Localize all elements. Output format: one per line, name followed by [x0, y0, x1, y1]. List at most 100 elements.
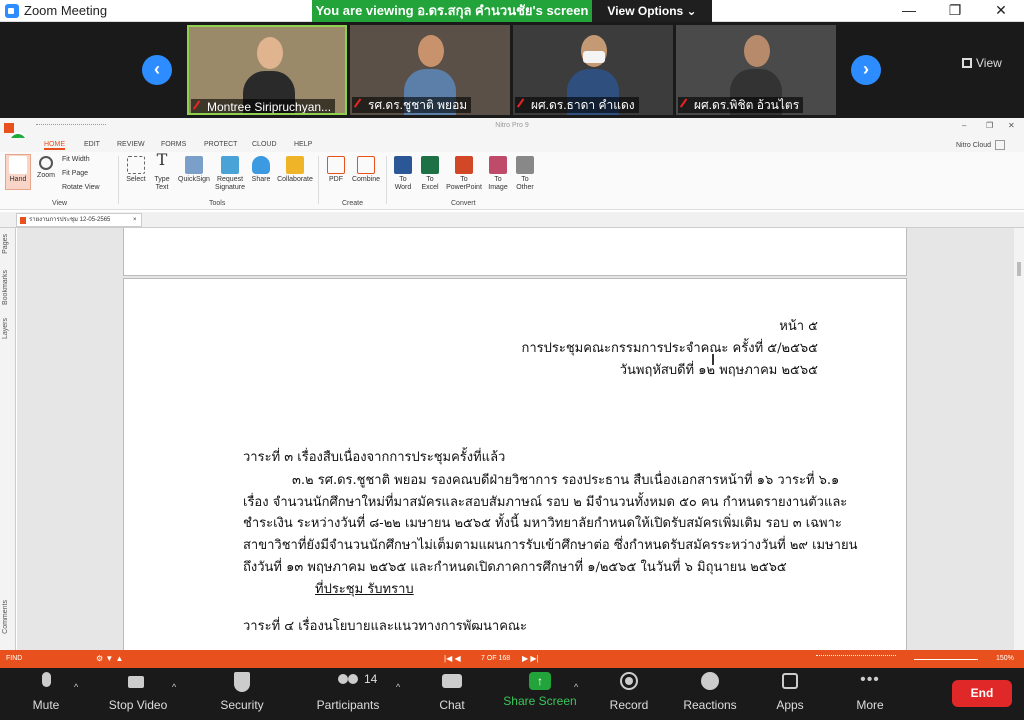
tab-protect[interactable]: PROTECT: [204, 141, 237, 148]
other-format-icon: [516, 156, 534, 174]
page-nav-first-prev-icon[interactable]: |◀ ◀: [444, 654, 461, 663]
apps-icon: [778, 672, 802, 694]
nitro-minimize[interactable]: –: [962, 121, 966, 130]
document-tabs: รายงานการประชุม 12-05-2565 ×: [0, 212, 1024, 228]
gallery-view-button[interactable]: View: [962, 56, 1002, 70]
participant-name: รศ.ดร.ชูชาติ พยอม: [352, 97, 472, 113]
muted-mic-icon: [192, 100, 207, 113]
rotate-view-button[interactable]: Rotate View: [62, 184, 100, 191]
share-options-caret-icon[interactable]: ^: [574, 682, 578, 692]
apps-button[interactable]: Apps: [772, 672, 808, 712]
participant-tile-1[interactable]: Montree Siripruchyan...: [187, 25, 347, 115]
minimize-button[interactable]: —: [886, 0, 932, 22]
grid-view-icon: [962, 58, 972, 68]
maximize-button[interactable]: ❐: [932, 0, 978, 22]
close-tab-icon[interactable]: ×: [133, 214, 137, 226]
page-indicator[interactable]: 7 OF 168: [481, 655, 510, 662]
select-icon: [127, 156, 145, 174]
window-titlebar: Zoom Meeting You are viewing อ.ดร.สกุล ค…: [0, 0, 1024, 22]
mute-button[interactable]: Mute: [22, 672, 70, 712]
share-screen-button[interactable]: ↑ Share Screen: [502, 672, 578, 708]
participant-name: ผศ.ดร.ธาดา คำแดง: [515, 97, 639, 113]
to-word-button[interactable]: To Word: [391, 156, 415, 192]
audio-options-caret-icon[interactable]: ^: [74, 682, 78, 692]
document-tab[interactable]: รายงานการประชุม 12-05-2565 ×: [16, 213, 142, 227]
type-text-button[interactable]: T Type Text: [150, 152, 174, 192]
resolution-text: ที่ประชุม รับทราบ: [315, 582, 414, 597]
bookmarks-panel-tab[interactable]: Bookmarks: [2, 270, 9, 305]
participants-caret-icon[interactable]: ^: [396, 682, 400, 692]
participant-tile-2[interactable]: รศ.ดร.ชูชาติ พยอม: [350, 25, 510, 115]
hand-tool-button[interactable]: Hand: [5, 156, 31, 184]
nitro-maximize[interactable]: ❐: [986, 121, 993, 130]
header-meeting-title: การประชุมคณะกรรมการประจำคณะ ครั้งที่ ๕/๒…: [521, 341, 818, 356]
select-tool-button[interactable]: Select: [124, 156, 148, 184]
magnifier-icon: [39, 156, 53, 170]
excel-icon: [421, 156, 439, 174]
agenda-4-heading: วาระที่ ๔ เรื่องนโยบายและแนวทางการพัฒนาค…: [243, 619, 527, 634]
close-button[interactable]: ✕: [978, 0, 1024, 22]
combine-button[interactable]: Combine: [350, 156, 382, 184]
find-options-icons[interactable]: ⚙ ▼ ▲: [96, 654, 123, 663]
document-viewport[interactable]: หน้า ๕ การประชุมคณะกรรมการประจำคณะ ครั้ง…: [17, 228, 1014, 650]
end-meeting-button[interactable]: End: [952, 680, 1012, 707]
to-other-button[interactable]: To Other: [512, 156, 538, 192]
chat-button[interactable]: Chat: [432, 672, 472, 712]
comments-panel-tab[interactable]: Comments: [2, 600, 9, 634]
word-icon: [394, 156, 412, 174]
paragraph-line: ๓.๒ รศ.ดร.ชูชาติ พยอม รองคณบดีฝ่ายวิชากา…: [292, 473, 840, 488]
participant-head: [257, 37, 283, 69]
header-page-number: หน้า ๕: [779, 319, 818, 334]
view-options-button[interactable]: View Options ⌄: [592, 0, 712, 22]
meeting-controls-bar: Mute ^ Stop Video ^ Security Participant…: [0, 668, 1024, 720]
tab-review[interactable]: REVIEW: [117, 141, 145, 148]
tab-edit[interactable]: EDIT: [84, 141, 100, 148]
collaborate-button[interactable]: Collaborate: [275, 156, 315, 184]
view-mode-icons[interactable]: [816, 655, 896, 663]
to-powerpoint-button[interactable]: To PowerPoint: [444, 156, 484, 192]
quicksign-button[interactable]: QuickSign: [177, 156, 211, 184]
prev-page-arrow-icon[interactable]: ‹: [142, 55, 172, 85]
next-page-arrow-icon[interactable]: ›: [851, 55, 881, 85]
share-screen-icon: ↑: [529, 672, 551, 690]
group-create-label: Create: [342, 200, 364, 207]
tab-help[interactable]: HELP: [294, 141, 312, 148]
page-nav-next-last-icon[interactable]: ▶ ▶|: [522, 654, 539, 663]
reactions-button[interactable]: Reactions: [682, 672, 738, 712]
tab-home[interactable]: HOME: [44, 141, 65, 150]
current-page: หน้า ๕ การประชุมคณะกรรมการประจำคณะ ครั้ง…: [123, 278, 907, 650]
nitro-close[interactable]: ✕: [1008, 121, 1015, 130]
header-meeting-date: วันพฤหัสบดีที่ ๑๒ พฤษภาคม ๒๕๖๕: [619, 363, 818, 378]
tab-cloud[interactable]: CLOUD: [252, 141, 277, 148]
layers-panel-tab[interactable]: Layers: [2, 318, 9, 339]
more-button[interactable]: ••• More: [852, 672, 888, 713]
shield-icon: [230, 672, 254, 694]
vertical-scrollbar[interactable]: [1014, 228, 1024, 650]
nitro-cloud-account[interactable]: Nitro Cloud: [956, 140, 1005, 150]
muted-mic-icon: [353, 98, 368, 112]
ribbon-separator: [118, 156, 119, 204]
participant-tile-3[interactable]: ผศ.ดร.ธาดา คำแดง: [513, 25, 673, 115]
record-button[interactable]: Record: [606, 672, 652, 712]
security-button[interactable]: Security: [214, 672, 270, 712]
fit-width-button[interactable]: Fit Width: [62, 156, 90, 163]
tab-forms[interactable]: FORMS: [161, 141, 186, 148]
find-button[interactable]: FIND: [6, 655, 22, 662]
video-options-caret-icon[interactable]: ^: [172, 682, 176, 692]
to-excel-button[interactable]: To Excel: [418, 156, 442, 192]
stop-video-button[interactable]: Stop Video: [106, 672, 170, 712]
scrollbar-thumb[interactable]: [1017, 262, 1021, 276]
zoom-level: 150%: [996, 655, 1014, 662]
participant-tile-4[interactable]: ผศ.ดร.พิชิต อ้วนไตร: [676, 25, 836, 115]
fit-page-button[interactable]: Fit Page: [62, 170, 88, 177]
text-cursor-icon: [712, 354, 714, 365]
pages-panel-tab[interactable]: Pages: [2, 234, 9, 254]
request-signature-button[interactable]: Request Signature: [213, 156, 247, 192]
share-button[interactable]: Share: [249, 156, 273, 184]
create-pdf-button[interactable]: PDF: [324, 156, 348, 184]
to-image-button[interactable]: To Image: [486, 156, 510, 192]
zoom-slider[interactable]: [914, 659, 978, 660]
zoom-tool-button[interactable]: Zoom: [34, 156, 58, 180]
microphone-icon: [34, 672, 58, 694]
muted-mic-icon: [516, 98, 531, 112]
